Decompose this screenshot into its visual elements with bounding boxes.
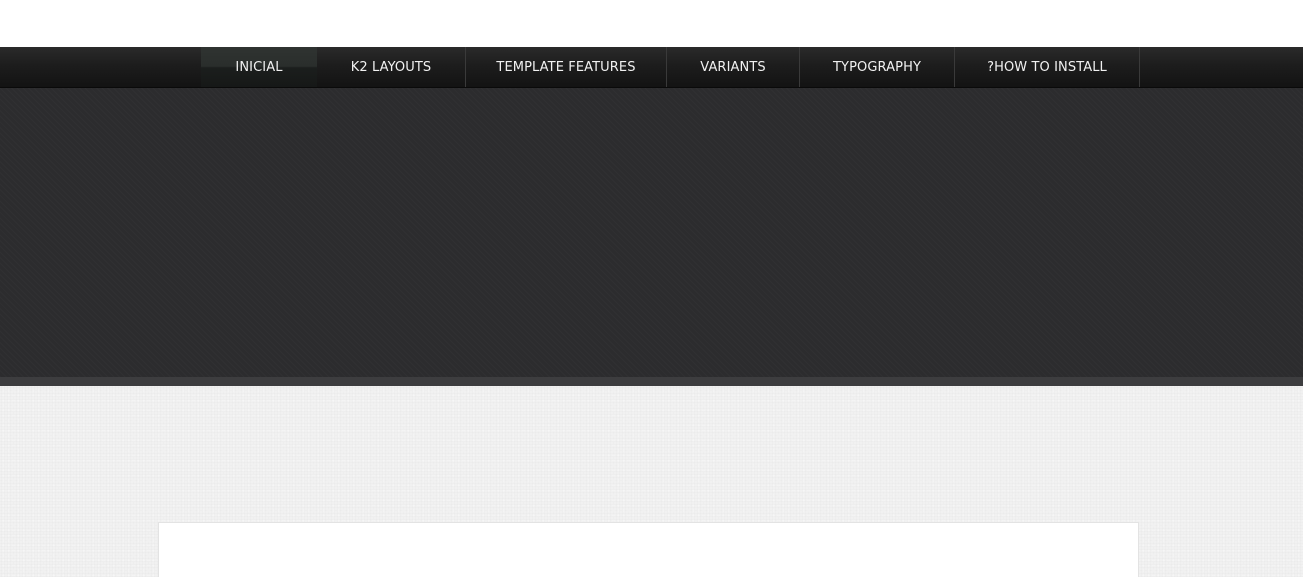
nav-item-inicial[interactable]: INICIAL [201, 47, 317, 87]
nav-item-label: K2 LAYOUTS [350, 59, 432, 75]
nav-item-label: VARIANTS [700, 59, 766, 75]
nav-item-label: TYPOGRAPHY [833, 59, 921, 75]
nav-item-how-to-install[interactable]: ?HOW TO INSTALL [955, 47, 1140, 87]
content-area [0, 386, 1303, 577]
nav-item-variants[interactable]: VARIANTS [667, 47, 800, 87]
main-navigation-bar: INICIAL K2 LAYOUTS TEMPLATE FEATURES VAR… [0, 47, 1303, 88]
top-white-strip [0, 0, 1303, 47]
nav-item-label: INICIAL [235, 59, 283, 75]
nav-item-typography[interactable]: TYPOGRAPHY [800, 47, 955, 87]
nav-item-label: ?HOW TO INSTALL [987, 59, 1107, 75]
nav-item-k2-layouts[interactable]: K2 LAYOUTS [317, 47, 466, 87]
main-menu: INICIAL K2 LAYOUTS TEMPLATE FEATURES VAR… [201, 47, 1140, 87]
nav-item-label: TEMPLATE FEATURES [496, 59, 636, 75]
main-content-box [158, 522, 1139, 577]
hero-banner [0, 88, 1303, 377]
hero-bottom-divider [0, 377, 1303, 386]
nav-item-template-features[interactable]: TEMPLATE FEATURES [466, 47, 667, 87]
